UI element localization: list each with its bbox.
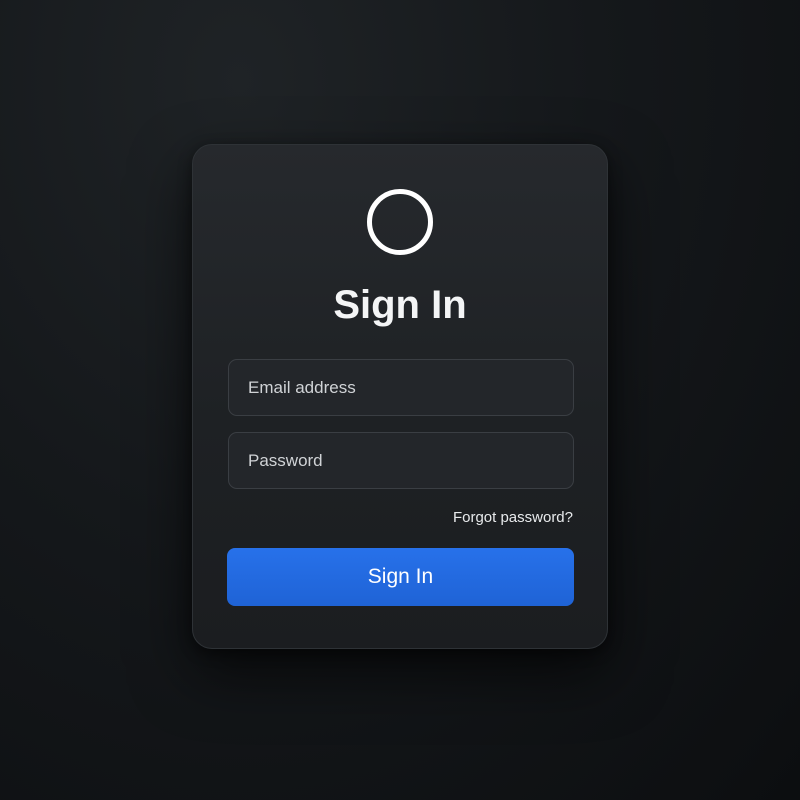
sign-in-card: Sign In Forgot password? Sign In <box>192 144 608 649</box>
sign-in-button[interactable]: Sign In <box>227 548 574 606</box>
circle-logo-icon <box>367 189 433 255</box>
email-field[interactable] <box>228 359 574 416</box>
password-field[interactable] <box>228 432 574 489</box>
page-title: Sign In <box>333 283 467 327</box>
forgot-password-link[interactable]: Forgot password? <box>453 509 573 527</box>
